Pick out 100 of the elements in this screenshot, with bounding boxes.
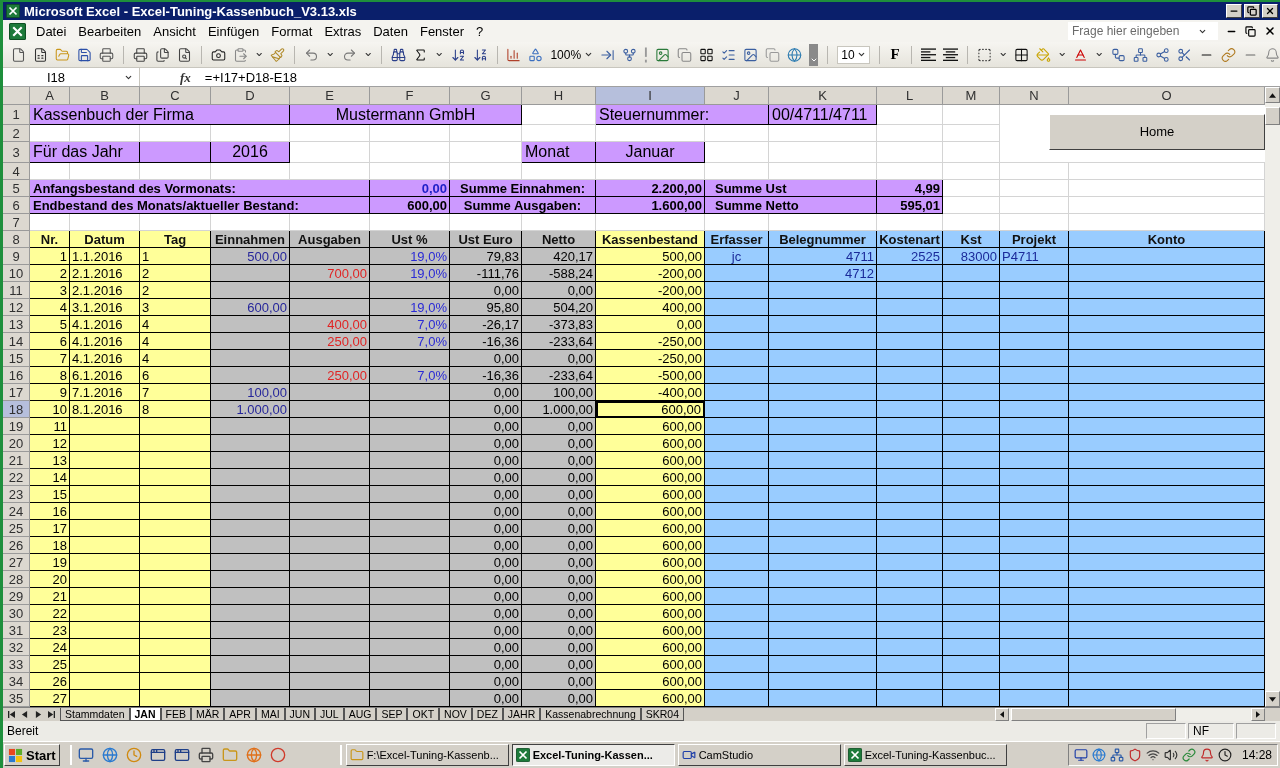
- row-header[interactable]: 14: [3, 333, 30, 350]
- sheet-cell[interactable]: 0,00: [450, 537, 522, 554]
- tax-number-cell[interactable]: 00/4711/4711: [769, 105, 877, 125]
- scroll-right-button[interactable]: [1251, 708, 1265, 721]
- sheet-cell[interactable]: [1069, 282, 1265, 299]
- sheet-cell[interactable]: [705, 367, 769, 384]
- sheet-tab[interactable]: DEZ: [471, 708, 503, 721]
- triangle-left-icon[interactable]: [21, 711, 29, 718]
- camera-icon[interactable]: [210, 46, 226, 63]
- sheet-cell[interactable]: [211, 486, 290, 503]
- sheet-cell[interactable]: [1069, 503, 1265, 520]
- sheet-cell[interactable]: 6.1.2016: [70, 367, 140, 384]
- sheet-cell[interactable]: [943, 282, 1000, 299]
- sheet-cell[interactable]: [211, 503, 290, 520]
- sheet-cell[interactable]: [1069, 656, 1265, 673]
- sheet-cell[interactable]: 7.1.2016: [70, 384, 140, 401]
- sheet-cell[interactable]: [70, 418, 140, 435]
- sheet-cell[interactable]: [705, 401, 769, 418]
- sheet-cell[interactable]: [877, 520, 943, 537]
- pages-icon[interactable]: [154, 46, 170, 63]
- sheet-cell[interactable]: [705, 520, 769, 537]
- sheet-cell[interactable]: [1000, 401, 1069, 418]
- sheet-cell[interactable]: 2.1.2016: [70, 265, 140, 282]
- column-header[interactable]: C: [140, 87, 211, 105]
- sheet-tab[interactable]: NOV: [439, 708, 472, 721]
- wifi-icon[interactable]: [1145, 748, 1160, 762]
- sheet-cell[interactable]: [769, 452, 877, 469]
- sheet-tab[interactable]: SEP: [376, 708, 408, 721]
- sheet-cell[interactable]: [1069, 605, 1265, 622]
- header-cell[interactable]: Ust %: [370, 231, 450, 248]
- sheet-tab[interactable]: FEB: [160, 708, 191, 721]
- sheet-cell[interactable]: [70, 690, 140, 707]
- sheet-cell[interactable]: [943, 673, 1000, 690]
- sheet-tab[interactable]: OKT: [407, 708, 440, 721]
- triangle-right-bar-icon[interactable]: [47, 711, 55, 718]
- sheet-cell[interactable]: [705, 435, 769, 452]
- sheet-cell[interactable]: [1069, 469, 1265, 486]
- sheet-cell[interactable]: [877, 690, 943, 707]
- sheet-cell[interactable]: [1069, 452, 1265, 469]
- year-label-cell[interactable]: Für das Jahr: [30, 142, 140, 163]
- sheet-cell[interactable]: 1: [140, 248, 211, 265]
- row-header[interactable]: 11: [3, 282, 30, 299]
- share-icon[interactable]: [1154, 46, 1170, 63]
- link-icon[interactable]: [1220, 46, 1236, 63]
- sheet-cell[interactable]: 0,00: [522, 605, 596, 622]
- sheet-cell[interactable]: [70, 588, 140, 605]
- sheet-cell[interactable]: 4: [140, 350, 211, 367]
- sheet-cell[interactable]: [1000, 316, 1069, 333]
- sheet-cell[interactable]: [705, 299, 769, 316]
- sheet-cell[interactable]: 0,00: [522, 554, 596, 571]
- sheet-cell[interactable]: 0,00: [522, 452, 596, 469]
- sheet-cell[interactable]: [877, 401, 943, 418]
- sheet-cell[interactable]: [370, 452, 450, 469]
- sheet-cell[interactable]: [943, 656, 1000, 673]
- sheet-cell[interactable]: [705, 469, 769, 486]
- title-cell[interactable]: Kassenbuch der Firma: [30, 105, 290, 125]
- column-header[interactable]: L: [877, 87, 943, 105]
- sheet-cell[interactable]: [1000, 656, 1069, 673]
- sheet-cell[interactable]: [370, 571, 450, 588]
- bar-chart-icon[interactable]: [506, 46, 522, 63]
- header-cell[interactable]: Konto: [1069, 231, 1265, 248]
- sheet-cell[interactable]: -111,76: [450, 265, 522, 282]
- font-color-icon[interactable]: [1073, 46, 1089, 63]
- sheet-cell[interactable]: [290, 537, 370, 554]
- row-header[interactable]: 3: [3, 142, 30, 163]
- sheet-cell[interactable]: [1069, 554, 1265, 571]
- sheet-cell[interactable]: [70, 571, 140, 588]
- sheet-cell[interactable]: [211, 435, 290, 452]
- sheet-cell[interactable]: [211, 690, 290, 707]
- sheet-cell[interactable]: [1069, 622, 1265, 639]
- sheet-cell[interactable]: [290, 299, 370, 316]
- row-header[interactable]: 19: [3, 418, 30, 435]
- caret-icon[interactable]: [363, 50, 373, 59]
- bold-button[interactable]: F: [888, 47, 902, 62]
- sheet-cell[interactable]: [705, 537, 769, 554]
- sheet-cell[interactable]: [943, 588, 1000, 605]
- summary-label-cell[interactable]: Summe Einnahmen:: [450, 180, 596, 197]
- caret-icon[interactable]: [326, 50, 335, 59]
- sheet-cell[interactable]: [769, 384, 877, 401]
- sheet-cell[interactable]: 1.1.2016: [70, 248, 140, 265]
- clock-icon[interactable]: [1217, 748, 1232, 762]
- caret-icon[interactable]: [1058, 50, 1067, 59]
- sheet-cell[interactable]: 0,00: [522, 435, 596, 452]
- sheet-cell[interactable]: 0,00: [450, 350, 522, 367]
- sheet-cell[interactable]: [370, 639, 450, 656]
- column-header[interactable]: O: [1069, 87, 1265, 105]
- sheet-cell[interactable]: 83000: [943, 248, 1000, 265]
- sheet-cell[interactable]: 0,00: [522, 350, 596, 367]
- sheet-cell[interactable]: [211, 520, 290, 537]
- sheet-cell[interactable]: -588,24: [522, 265, 596, 282]
- sheet-cell[interactable]: 4712: [769, 265, 877, 282]
- sheet-cell[interactable]: [943, 622, 1000, 639]
- caret-icon[interactable]: [435, 50, 444, 59]
- sheet-cell[interactable]: [705, 452, 769, 469]
- menu-item[interactable]: Einfügen: [201, 24, 266, 38]
- sheet-cell[interactable]: [1000, 350, 1069, 367]
- sheet-cell[interactable]: 0,00: [450, 690, 522, 707]
- restore-icon[interactable]: [1245, 25, 1256, 37]
- sheet-cell[interactable]: 24: [30, 639, 70, 656]
- scroll-left-button[interactable]: [995, 708, 1009, 721]
